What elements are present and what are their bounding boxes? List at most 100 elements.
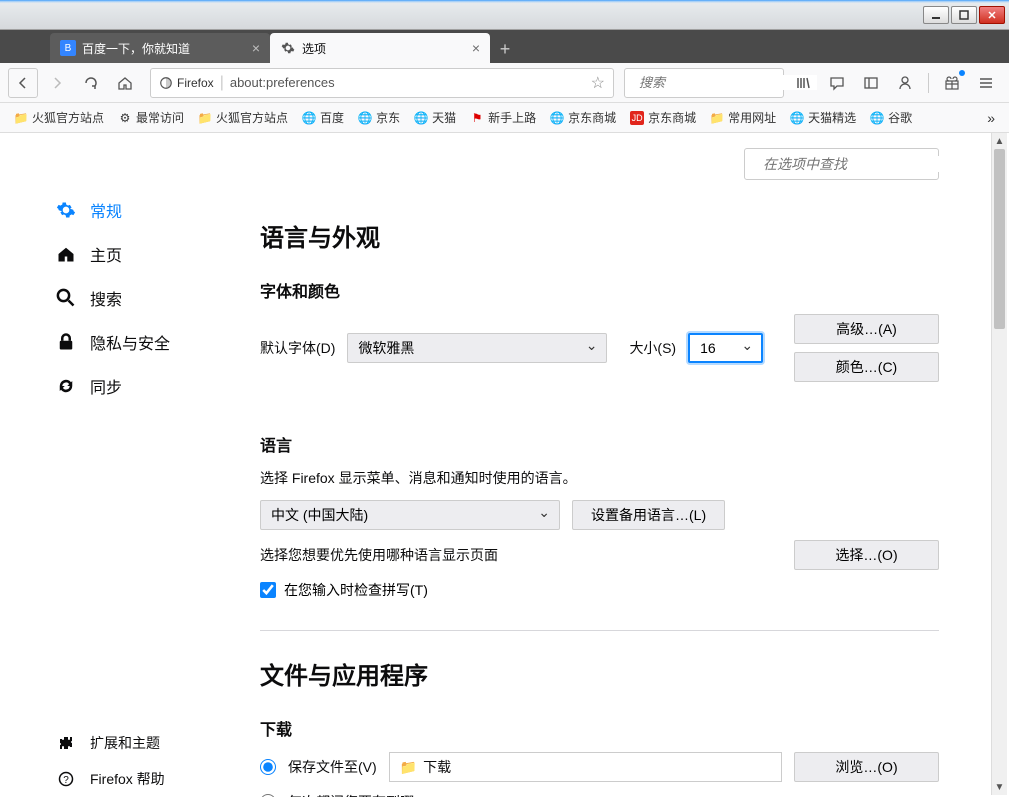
- svg-text:?: ?: [63, 775, 69, 786]
- sidebar-label: 常规: [90, 198, 122, 222]
- advanced-fonts-button[interactable]: 高级…(A): [794, 314, 939, 344]
- section-divider: [260, 630, 939, 631]
- home-icon: [117, 75, 133, 91]
- tab-close-button[interactable]: ×: [472, 40, 480, 56]
- new-tab-button[interactable]: +: [490, 35, 520, 63]
- preferences-search-input[interactable]: [763, 156, 945, 172]
- always-ask-label: 每次都问您要存到哪(A): [288, 792, 433, 797]
- globe-icon: 🌐: [790, 111, 804, 125]
- preferences-main: 语言与外观 字体和颜色 默认字体(D) 微软雅黑 大小(S) 16 高级…(A)…: [240, 133, 1009, 797]
- jd-icon: JD: [630, 111, 644, 125]
- search-bar[interactable]: [624, 68, 784, 98]
- section-title-appearance: 语言与外观: [260, 218, 939, 253]
- bookmark-item[interactable]: 📁常用网址: [704, 106, 782, 129]
- set-alternatives-button[interactable]: 设置备用语言…(L): [572, 500, 725, 530]
- gear-icon: ⚙: [118, 111, 132, 125]
- globe-icon: 🌐: [550, 111, 564, 125]
- url-bar[interactable]: Firefox | ☆: [150, 68, 614, 98]
- forward-button[interactable]: [42, 68, 72, 98]
- gift-button[interactable]: [937, 68, 967, 98]
- preferences-search[interactable]: [744, 148, 939, 180]
- home-icon: [56, 244, 76, 264]
- hamburger-icon: [978, 75, 994, 91]
- identity-label: Firefox: [177, 76, 214, 90]
- help-icon: ?: [56, 769, 76, 789]
- minimize-button[interactable]: [923, 6, 949, 24]
- account-icon: [897, 75, 913, 91]
- font-size-select[interactable]: 16: [688, 333, 763, 363]
- folder-icon: 📁: [710, 111, 724, 125]
- sidebar-item-privacy[interactable]: 隐私与安全: [0, 320, 240, 364]
- lock-icon: [56, 332, 76, 352]
- home-button[interactable]: [110, 68, 140, 98]
- bookmark-item[interactable]: ⚙最常访问: [112, 106, 190, 129]
- tab-baidu[interactable]: B 百度一下，你就知道 ×: [50, 33, 270, 63]
- bookmark-item[interactable]: JD京东商城: [624, 106, 702, 129]
- fonts-heading: 字体和颜色: [260, 278, 939, 302]
- bookmark-item[interactable]: 🌐谷歌: [864, 106, 918, 129]
- sidebar-icon: [863, 75, 879, 91]
- bookmark-item[interactable]: 📁火狐官方站点: [192, 106, 294, 129]
- folder-icon: 📁: [198, 111, 212, 125]
- menu-button[interactable]: [971, 68, 1001, 98]
- search-icon: [56, 288, 76, 308]
- folder-icon: 📁: [400, 759, 417, 776]
- account-button[interactable]: [890, 68, 920, 98]
- tab-title: 百度一下，你就知道: [82, 40, 190, 57]
- bookmark-item[interactable]: 🌐天猫精选: [784, 106, 862, 129]
- back-button[interactable]: [8, 68, 38, 98]
- tab-close-button[interactable]: ×: [252, 40, 260, 56]
- bookmark-star-icon[interactable]: ☆: [591, 73, 605, 93]
- bookmark-overflow-button[interactable]: »: [981, 107, 1001, 129]
- library-button[interactable]: [788, 68, 818, 98]
- language-desc: 选择 Firefox 显示菜单、消息和通知时使用的语言。: [260, 468, 939, 488]
- scroll-up-button[interactable]: ▲: [992, 133, 1007, 149]
- sidebar-label: 主页: [90, 242, 122, 266]
- sidebar-item-home[interactable]: 主页: [0, 232, 240, 276]
- tab-strip: B 百度一下，你就知道 × 选项 × +: [0, 30, 1009, 63]
- sidebar-item-help[interactable]: ? Firefox 帮助: [0, 761, 240, 797]
- bookmark-item[interactable]: 🌐京东: [352, 106, 406, 129]
- vertical-scrollbar[interactable]: ▲ ▼: [991, 133, 1007, 795]
- sidebar-item-search[interactable]: 搜索: [0, 276, 240, 320]
- url-input[interactable]: [230, 75, 585, 90]
- sidebar-item-general[interactable]: 常规: [0, 188, 240, 232]
- bookmark-item[interactable]: 🌐京东商城: [544, 106, 622, 129]
- reload-button[interactable]: [76, 68, 106, 98]
- bookmark-toolbar: 📁火狐官方站点 ⚙最常访问 📁火狐官方站点 🌐百度 🌐京东 🌐天猫 ⚑新手上路 …: [0, 103, 1009, 133]
- colors-button[interactable]: 颜色…(C): [794, 352, 939, 382]
- identity-block[interactable]: Firefox: [159, 76, 214, 90]
- page-language-desc: 选择您想要优先使用哪种语言显示页面: [260, 545, 498, 565]
- choose-language-button[interactable]: 选择…(O): [794, 540, 939, 570]
- firefox-logo-icon: [159, 76, 173, 90]
- sidebar-label: 搜索: [90, 286, 122, 310]
- default-font-select[interactable]: 微软雅黑: [347, 333, 607, 363]
- spellcheck-label: 在您输入时检查拼写(T): [284, 580, 428, 600]
- maximize-button[interactable]: [951, 6, 977, 24]
- scroll-down-button[interactable]: ▼: [992, 779, 1007, 795]
- sidebar-item-sync[interactable]: 同步: [0, 364, 240, 408]
- bookmark-item[interactable]: 🌐天猫: [408, 106, 462, 129]
- reload-icon: [83, 75, 99, 91]
- save-to-radio[interactable]: [260, 759, 276, 775]
- default-font-label: 默认字体(D): [260, 338, 335, 358]
- bookmark-item[interactable]: 📁火狐官方站点: [8, 106, 110, 129]
- bookmark-item[interactable]: ⚑新手上路: [464, 106, 542, 129]
- tab-preferences[interactable]: 选项 ×: [270, 33, 490, 63]
- sidebar-item-addons[interactable]: 扩展和主题: [0, 725, 240, 761]
- download-path-field[interactable]: 📁 下载: [389, 752, 782, 782]
- globe-icon: 🌐: [870, 111, 884, 125]
- scrollbar-thumb[interactable]: [994, 149, 1005, 329]
- language-select[interactable]: 中文 (中国大陆): [260, 500, 560, 530]
- chat-icon: [829, 75, 845, 91]
- chat-button[interactable]: [822, 68, 852, 98]
- font-size-label: 大小(S): [629, 338, 676, 358]
- sidebar-label: 扩展和主题: [90, 733, 160, 753]
- window-titlebar: [0, 0, 1009, 30]
- browse-button[interactable]: 浏览…(O): [794, 752, 939, 782]
- spellcheck-checkbox[interactable]: [260, 582, 276, 598]
- close-window-button[interactable]: [979, 6, 1005, 24]
- bookmark-item[interactable]: 🌐百度: [296, 106, 350, 129]
- language-heading: 语言: [260, 432, 939, 456]
- sidebar-button[interactable]: [856, 68, 886, 98]
